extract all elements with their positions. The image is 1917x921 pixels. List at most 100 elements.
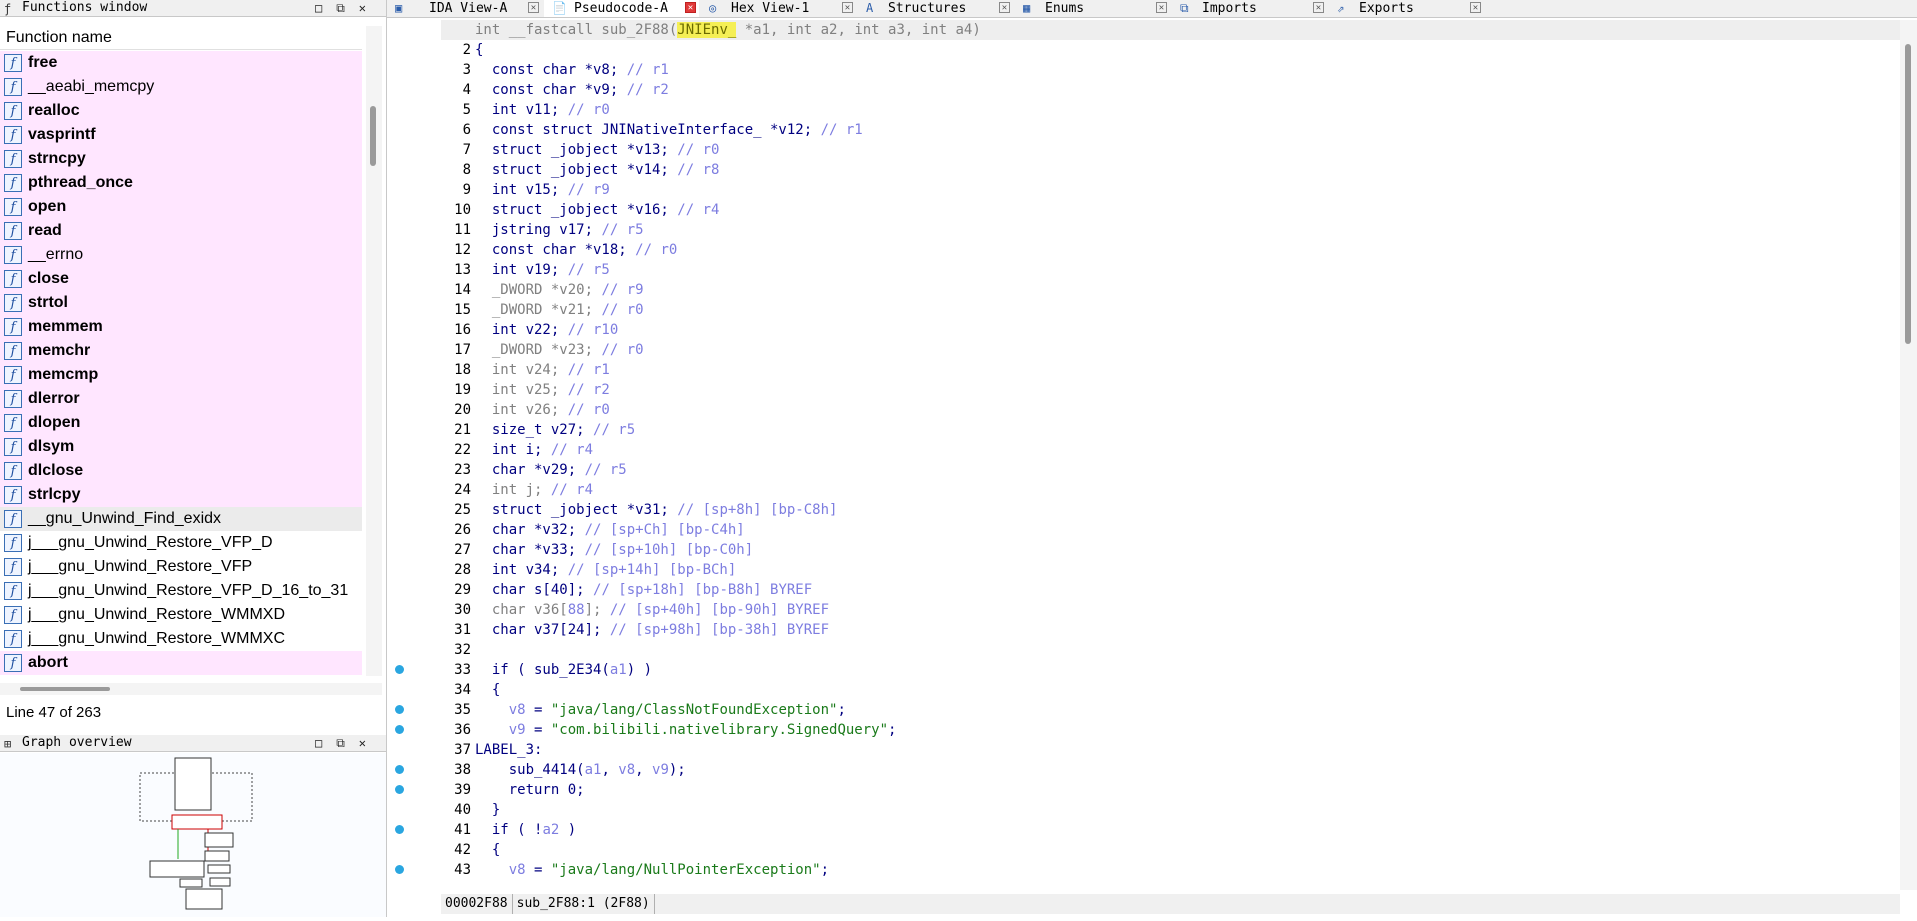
code-line[interactable]: const char *v18; // r0: [441, 240, 1901, 260]
code-line[interactable]: int v24; // r1: [441, 360, 1901, 380]
pseudocode-scrollbar[interactable]: [1900, 20, 1917, 890]
code-line[interactable]: jstring v17; // r5: [441, 220, 1901, 240]
function-list-item[interactable]: f __gnu_Unwind_Find_exidx: [0, 507, 362, 531]
code-line[interactable]: _DWORD *v21; // r0: [441, 300, 1901, 320]
close-icon[interactable]: ✕: [685, 2, 696, 13]
code-line[interactable]: const char *v9; // r2: [441, 80, 1901, 100]
function-list-item[interactable]: f j___gnu_Unwind_Restore_VFP_D_16_to_31: [0, 579, 362, 603]
function-list-item[interactable]: f strncpy: [0, 147, 362, 171]
function-list-item[interactable]: f realloc: [0, 99, 362, 123]
function-list-item[interactable]: f close: [0, 267, 362, 291]
breakpoint-dot[interactable]: [395, 865, 404, 874]
code-line[interactable]: struct _jobject *v14; // r8: [441, 160, 1901, 180]
code-line[interactable]: int v11; // r0: [441, 100, 1901, 120]
function-list-item[interactable]: f memchr: [0, 339, 362, 363]
code-line[interactable]: int v26; // r0: [441, 400, 1901, 420]
function-list-item[interactable]: f j___gnu_Unwind_Restore_VFP_D: [0, 531, 362, 555]
function-list-item[interactable]: f memmem: [0, 315, 362, 339]
code-line[interactable]: char *v29; // r5: [441, 460, 1901, 480]
scrollbar-thumb[interactable]: [1905, 44, 1911, 344]
code-line[interactable]: v9 = "com.bilibili.nativelibrary.SignedQ…: [441, 720, 1901, 740]
pseudocode-view[interactable]: int __fastcall sub_2F88(JNIEnv_ *a1, int…: [441, 20, 1901, 880]
code-line[interactable]: v8 = "java/lang/ClassNotFoundException";: [441, 700, 1901, 720]
function-list-item[interactable]: f j___gnu_Unwind_Restore_WMMXC: [0, 627, 362, 651]
code-line[interactable]: }: [441, 800, 1901, 820]
function-list-item[interactable]: f strtol: [0, 291, 362, 315]
code-line[interactable]: char v37[24]; // [sp+98h] [bp-38h] BYREF: [441, 620, 1901, 640]
code-line[interactable]: {: [441, 840, 1901, 860]
code-line[interactable]: int v34; // [sp+14h] [bp-BCh]: [441, 560, 1901, 580]
code-line[interactable]: LABEL_3:: [441, 740, 1901, 760]
code-line[interactable]: size_t v27; // r5: [441, 420, 1901, 440]
code-line[interactable]: return 0;: [441, 780, 1901, 800]
function-list-item[interactable]: f memcmp: [0, 363, 362, 387]
close-icon[interactable]: ✕: [842, 2, 853, 13]
code-line[interactable]: const char *v8; // r1: [441, 60, 1901, 80]
panel-window-buttons[interactable]: □⧉✕: [315, 0, 380, 16]
function-list-item[interactable]: f __errno: [0, 243, 362, 267]
code-line[interactable]: int v15; // r9: [441, 180, 1901, 200]
close-icon[interactable]: ✕: [528, 2, 539, 13]
hscrollbar-thumb[interactable]: [20, 687, 110, 691]
column-header-function-name[interactable]: Function name: [0, 26, 362, 50]
scrollbar-thumb[interactable]: [370, 106, 376, 166]
tab-structures[interactable]: A Structures ✕: [858, 0, 1013, 17]
close-icon[interactable]: ✕: [1156, 2, 1167, 13]
code-line[interactable]: int i; // r4: [441, 440, 1901, 460]
tab-hex-view-1[interactable]: ◎ Hex View-1 ✕: [701, 0, 856, 17]
function-list-item[interactable]: f vasprintf: [0, 123, 362, 147]
code-line[interactable]: char *v32; // [sp+Ch] [bp-C4h]: [441, 520, 1901, 540]
code-line[interactable]: {: [441, 680, 1901, 700]
code-line[interactable]: if ( sub_2E34(a1) ): [441, 660, 1901, 680]
function-list-item[interactable]: f j___gnu_Unwind_Restore_WMMXD: [0, 603, 362, 627]
code-line[interactable]: [441, 640, 1901, 660]
function-list-item[interactable]: f dlsym: [0, 435, 362, 459]
breakpoint-dot[interactable]: [395, 665, 404, 674]
code-line[interactable]: char *v33; // [sp+10h] [bp-C0h]: [441, 540, 1901, 560]
code-line[interactable]: int v22; // r10: [441, 320, 1901, 340]
function-list-scrollbar[interactable]: [366, 26, 382, 676]
close-icon[interactable]: ✕: [999, 2, 1010, 13]
function-list-item[interactable]: f j___gnu_Unwind_Restore_VFP: [0, 555, 362, 579]
graph-overview-canvas[interactable]: [0, 753, 386, 917]
tab-exports[interactable]: ⇗ Exports ✕: [1329, 0, 1484, 17]
function-list-item[interactable]: f free: [0, 51, 362, 75]
code-line[interactable]: v8 = "java/lang/NullPointerException";: [441, 860, 1901, 880]
function-list[interactable]: f free f __aeabi_memcpy f realloc f vasprintf f s…: [0, 51, 362, 675]
code-line[interactable]: int v25; // r2: [441, 380, 1901, 400]
code-line[interactable]: {: [441, 40, 1901, 60]
code-line[interactable]: _DWORD *v20; // r9: [441, 280, 1901, 300]
function-list-hscrollbar[interactable]: [0, 683, 382, 695]
code-line[interactable]: struct _jobject *v13; // r0: [441, 140, 1901, 160]
function-list-item[interactable]: f strlcpy: [0, 483, 362, 507]
breakpoint-dot[interactable]: [395, 705, 404, 714]
tab-ida-view-a[interactable]: ▣ IDA View-A ✕: [387, 0, 542, 17]
function-list-item[interactable]: f __aeabi_memcpy: [0, 75, 362, 99]
breakpoint-gutter[interactable]: [387, 20, 441, 890]
code-line[interactable]: int j; // r4: [441, 480, 1901, 500]
code-line[interactable]: struct _jobject *v31; // [sp+8h] [bp-C8h…: [441, 500, 1901, 520]
code-line[interactable]: sub_4414(a1, v8, v9);: [441, 760, 1901, 780]
function-list-item[interactable]: f open: [0, 195, 362, 219]
tab-enums[interactable]: ▦ Enums ✕: [1015, 0, 1170, 17]
function-list-item[interactable]: f dlerror: [0, 387, 362, 411]
close-icon[interactable]: ✕: [1313, 2, 1324, 13]
function-list-item[interactable]: f read: [0, 219, 362, 243]
code-line[interactable]: _DWORD *v23; // r0: [441, 340, 1901, 360]
breakpoint-dot[interactable]: [395, 825, 404, 834]
function-list-item[interactable]: f pthread_once: [0, 171, 362, 195]
code-line[interactable]: if ( !a2 ): [441, 820, 1901, 840]
tab-pseudocode-a[interactable]: 📄 Pseudocode-A ✕: [544, 0, 699, 17]
code-line[interactable]: int v19; // r5: [441, 260, 1901, 280]
code-line[interactable]: const struct JNINativeInterface_ *v12; /…: [441, 120, 1901, 140]
code-line[interactable]: struct _jobject *v16; // r4: [441, 200, 1901, 220]
close-icon[interactable]: ✕: [1470, 2, 1481, 13]
function-list-item[interactable]: f dlclose: [0, 459, 362, 483]
breakpoint-dot[interactable]: [395, 725, 404, 734]
graph-overview-svg[interactable]: [0, 753, 386, 917]
tab-imports[interactable]: ⧉ Imports ✕: [1172, 0, 1327, 17]
code-line[interactable]: char v36[88]; // [sp+40h] [bp-90h] BYREF: [441, 600, 1901, 620]
function-list-item[interactable]: f abort: [0, 651, 362, 675]
code-line[interactable]: int __fastcall sub_2F88(JNIEnv_ *a1, int…: [441, 20, 1901, 40]
function-list-item[interactable]: f dlopen: [0, 411, 362, 435]
